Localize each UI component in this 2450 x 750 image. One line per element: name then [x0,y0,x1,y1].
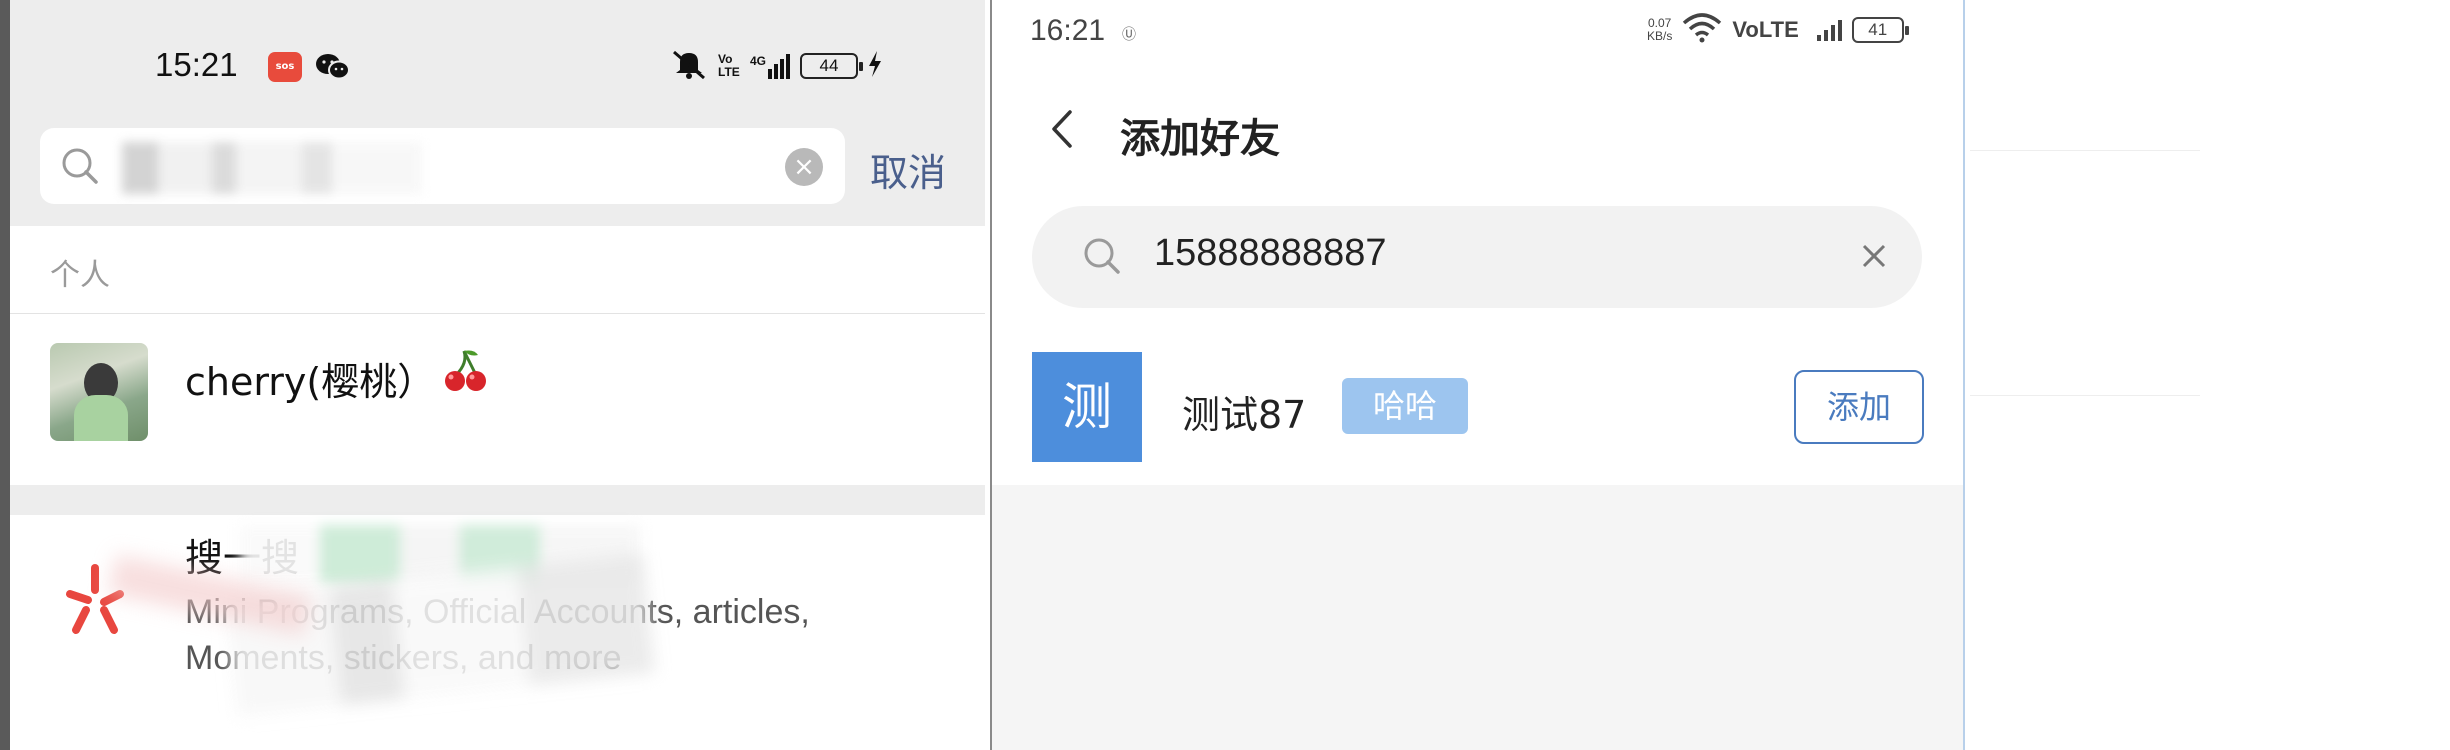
redacted-search-text [122,142,422,194]
search-one-row[interactable]: 搜一搜 Mini Programs, Official Accounts, ar… [10,515,985,750]
status-icons: Vo LTE 4G 44 [670,48,882,84]
battery-icon: 41 [1851,17,1909,43]
charging-icon [868,50,882,82]
clear-search-icon[interactable] [1852,234,1896,278]
battery-icon: 44 [800,53,864,79]
search-bar[interactable]: 15888888887 [1032,206,1922,308]
search-bar[interactable]: × [40,128,845,204]
net-speed: 0.07 KB/s [1647,17,1672,43]
back-arrow-icon[interactable] [1042,104,1082,154]
signal-icon: 4G [750,53,791,79]
contact-name: cherry(樱桃） [185,360,436,404]
right-phone-screen: 16:21 Ⓤ 0.07 KB/s VoLTE 41 添加好友 15888888… [990,0,1965,750]
signal-icon [1816,19,1842,41]
left-phone-screen: 15:21 sos Vo LTE 4G 44 × 取消 个人 cherry(樱桃… [0,0,985,750]
cherry-icon [440,345,490,395]
avatar: 测 [1032,352,1142,462]
usb-icon: Ⓤ [1122,27,1136,43]
page-title: 添加好友 [1120,116,1280,162]
avatar [50,343,148,441]
result-name: 测试87 [1182,393,1307,437]
search-icon [58,144,102,188]
search-input[interactable]: 15888888887 [1154,232,1386,275]
status-bar: 16:21 Ⓤ 0.07 KB/s VoLTE 41 [992,0,1963,60]
background-line [1970,150,2200,151]
background-line [1970,395,2200,396]
net-speed-value: 0.07 [1647,16,1672,30]
cancel-button[interactable]: 取消 [870,142,946,197]
search-result-row[interactable]: 测 测试87 哈哈 添加 [992,340,1963,485]
window-edge [0,0,10,750]
screenshot-stage: 15:21 sos Vo LTE 4G 44 × 取消 个人 cherry(樱桃… [0,0,2450,750]
net-speed-unit: KB/s [1647,29,1673,43]
network-type-label: 4G [750,53,767,68]
volte-label: VoLTE [1732,17,1799,42]
section-label: 个人 [50,258,110,293]
status-bar: 15:21 sos Vo LTE 4G 44 [10,40,985,96]
section-header-personal: 个人 [10,226,985,314]
result-tag-badge: 哈哈 [1342,378,1468,434]
add-friend-button[interactable]: 添加 [1794,370,1924,444]
section-divider [10,485,985,515]
wifi-icon [1682,12,1722,48]
clear-search-icon[interactable]: × [785,148,823,186]
sos-icon: sos [268,52,302,82]
mute-bell-icon [670,48,708,85]
status-time: 16:21 [1030,14,1106,47]
status-icons: 0.07 KB/s VoLTE 41 [1647,10,1909,50]
wechat-icon [315,52,351,82]
status-time: 15:21 [155,46,238,83]
contact-result-row[interactable]: cherry(樱桃） [10,315,985,485]
volte-icon: Vo LTE [718,52,740,79]
search-icon [1080,234,1124,278]
